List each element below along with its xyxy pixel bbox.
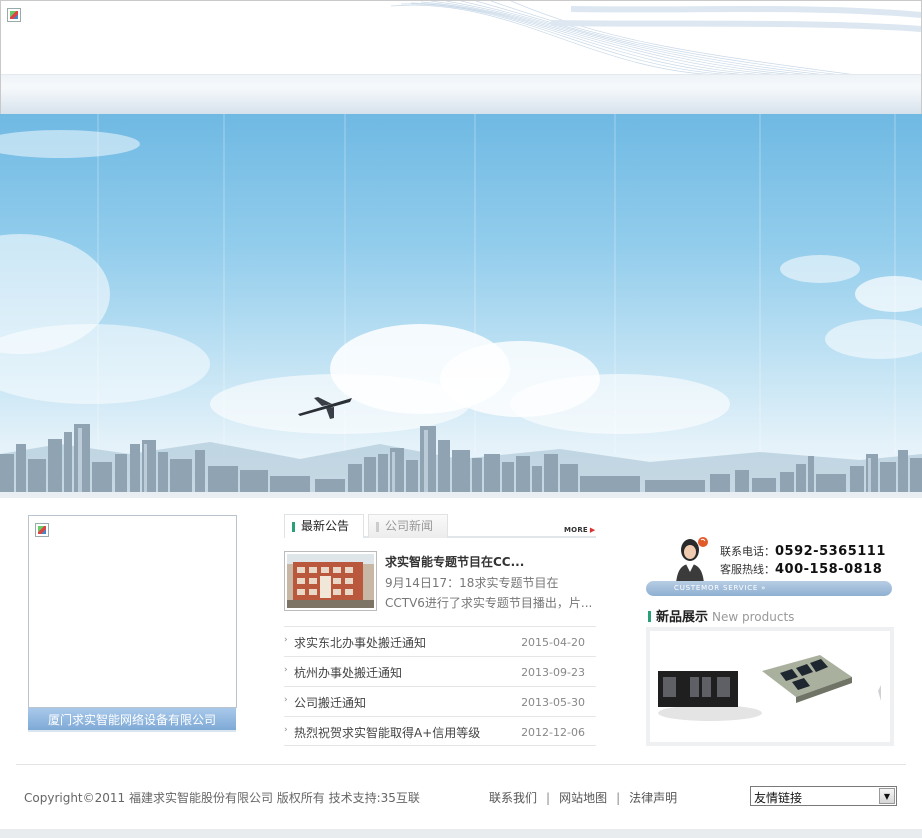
phone-label: 联系电话：	[720, 545, 775, 558]
featured-news-thumbnail[interactable]	[284, 551, 377, 611]
hotline-number: 400-158-0818	[775, 562, 883, 577]
separator: |	[616, 791, 621, 805]
new-products-showcase[interactable]	[646, 627, 894, 746]
news-item[interactable]: › 公司搬迁通知 2013-05-30	[284, 686, 596, 716]
footer-link-sitemap[interactable]: 网站地图	[559, 791, 607, 805]
header-nav-band	[1, 74, 921, 114]
footer-link-contact[interactable]: 联系我们	[489, 791, 537, 805]
featured-news-title[interactable]: 求实智能专题节目在CC...	[385, 553, 595, 570]
tab-label: 最新公告	[301, 519, 350, 533]
news-date: 2012-12-06	[521, 726, 585, 739]
broken-image-icon	[7, 8, 21, 22]
news-title[interactable]: 公司搬迁通知	[294, 694, 366, 711]
news-title[interactable]: 杭州办事处搬迁通知	[294, 664, 402, 681]
tab-marker	[292, 522, 295, 532]
smart-switch-products-image	[650, 631, 890, 742]
news-item[interactable]: › 求实东北办事处搬迁通知 2015-04-20	[284, 626, 596, 656]
copyright-text: Copyright©2011 福建求实智能股份有限公司 版权所有 技术支持:35…	[24, 791, 420, 805]
separator: |	[546, 791, 551, 805]
news-tabs: 最新公告 公司新闻	[284, 514, 596, 538]
customer-service-panel: 联系电话：0592-5365111 客服热线：400-158-0818 CUST…	[646, 533, 894, 597]
sky-city-illustration	[0, 114, 922, 498]
chevron-down-icon[interactable]: ▼	[879, 788, 895, 804]
featured-news-summary: 9月14日17：18求实专题节目在CCTV6进行了求实专题节目播出，片...	[385, 576, 593, 610]
tab-company-news[interactable]: 公司新闻	[368, 514, 448, 538]
news-list: › 求实东北办事处搬迁通知 2015-04-20 › 杭州办事处搬迁通知 201…	[284, 626, 596, 746]
news-item[interactable]: › 杭州办事处搬迁通知 2013-09-23	[284, 656, 596, 686]
triangle-right-icon: ▶	[589, 526, 596, 534]
tab-marker	[376, 522, 379, 532]
phone-number: 0592-5365111	[775, 544, 886, 559]
news-date: 2013-09-23	[521, 666, 585, 679]
footer-links: 联系我们 | 网站地图 | 法律声明	[489, 789, 677, 806]
hero-banner	[0, 114, 922, 498]
footer-divider	[16, 764, 906, 765]
heading-marker	[648, 611, 651, 622]
broken-image-icon	[35, 523, 49, 537]
contact-lines: 联系电话：0592-5365111 客服热线：400-158-0818	[720, 542, 886, 578]
chevron-right-icon: ›	[284, 665, 288, 675]
company-name-caption[interactable]: 厦门求实智能网络设备有限公司	[28, 708, 236, 732]
customer-service-agent-icon	[676, 537, 708, 584]
news-item[interactable]: › 热烈祝贺求实智能取得A+信用等级 2012-12-06	[284, 716, 596, 746]
news-date: 2015-04-20	[521, 636, 585, 649]
products-title: 新品展示	[656, 610, 709, 625]
header-swirl-decoration	[391, 1, 921, 75]
tab-label: 公司新闻	[385, 519, 434, 533]
news-title[interactable]: 热烈祝贺求实智能取得A+信用等级	[294, 724, 480, 741]
chevron-right-icon: ›	[284, 635, 288, 645]
customer-service-bar: CUSTEMOR SERVICE »	[646, 581, 892, 596]
company-image-box	[28, 515, 237, 708]
page-bottom-band	[0, 829, 922, 838]
products-subtitle: New products	[712, 610, 795, 624]
select-value: 友情链接	[754, 791, 803, 805]
new-products-heading: 新品展示 New products	[648, 606, 794, 625]
friend-links-select[interactable]: 友情链接 ▼	[750, 786, 897, 806]
more-label: MORE	[564, 526, 588, 534]
chevron-right-icon: ›	[284, 695, 288, 705]
footer-link-legal[interactable]: 法律声明	[629, 791, 677, 805]
more-link[interactable]: MORE ▶	[564, 526, 595, 534]
tab-latest-notice[interactable]: 最新公告	[284, 514, 364, 538]
building-photo	[287, 554, 374, 608]
site-header	[0, 0, 922, 114]
news-title[interactable]: 求实东北办事处搬迁通知	[294, 634, 426, 651]
hotline-label: 客服热线：	[720, 563, 775, 576]
news-date: 2013-05-30	[521, 696, 585, 709]
chevron-right-icon: ›	[284, 725, 288, 735]
